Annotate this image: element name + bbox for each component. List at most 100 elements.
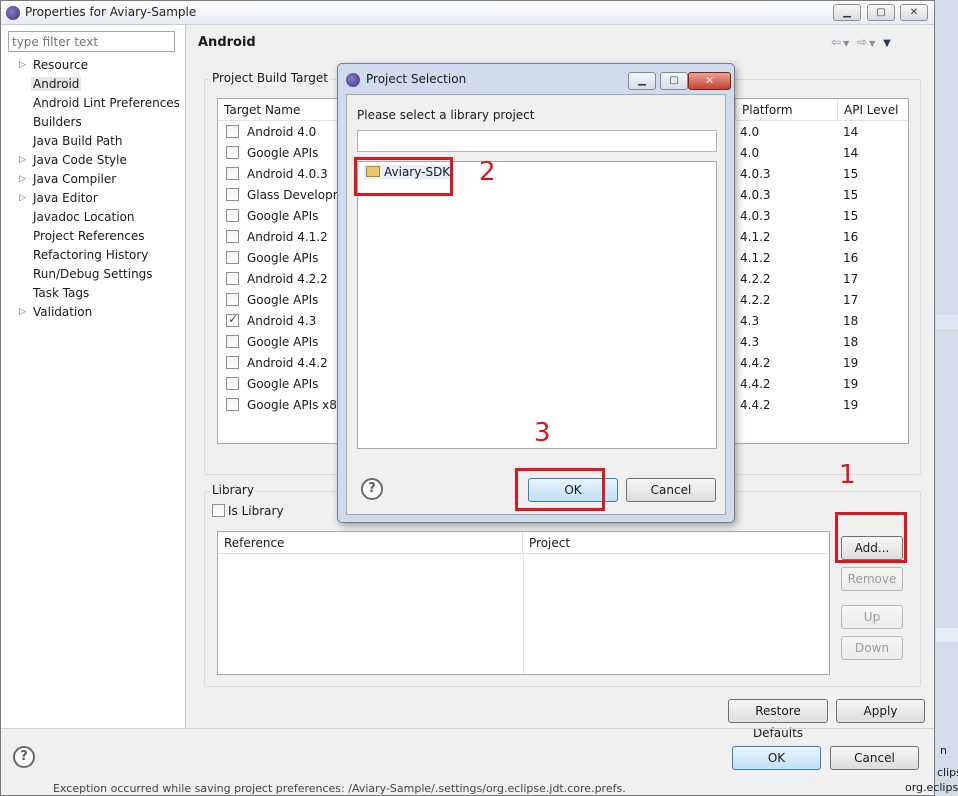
column-header-platform[interactable]: Platform — [736, 99, 838, 121]
expand-arrow-icon[interactable]: ▷ — [19, 60, 26, 70]
sidebar-item-java-code-style[interactable]: Java Code Style — [33, 153, 127, 167]
target-checkbox[interactable] — [226, 167, 239, 180]
annotation-box-aviary-sdk — [354, 157, 453, 196]
is-library-label: Is Library — [228, 504, 284, 518]
dialog-cancel-button[interactable]: Cancel — [626, 478, 716, 502]
target-checkbox[interactable] — [226, 125, 239, 138]
target-platform: 4.0.3 — [740, 167, 771, 181]
target-name-cell: Android 4.1.2 — [226, 230, 328, 244]
annotation-number-1: 1 — [839, 460, 856, 490]
target-checkbox[interactable] — [226, 272, 239, 285]
sidebar-item-android[interactable]: Android — [31, 77, 82, 91]
minimize-button[interactable]: ▁ — [833, 4, 861, 21]
dialog-minimize-button[interactable]: ▁ — [628, 72, 656, 90]
dialog-maximize-button[interactable]: ▢ — [660, 72, 688, 90]
target-name-cell: Android 4.0.3 — [226, 167, 328, 181]
down-button[interactable]: Down — [841, 636, 903, 660]
target-name: Google APIs — [247, 293, 319, 307]
sidebar-item-java-build-path[interactable]: Java Build Path — [33, 134, 122, 148]
target-name-cell: Google APIs — [226, 335, 318, 349]
page-title: Android — [198, 35, 256, 50]
target-platform: 4.1.2 — [740, 251, 771, 265]
apply-button[interactable]: Apply — [836, 699, 925, 723]
target-checkbox[interactable] — [226, 230, 239, 243]
up-button[interactable]: Up — [841, 605, 903, 629]
target-name-cell: Glass Developm — [226, 188, 344, 202]
target-api-level: 14 — [843, 146, 859, 160]
filter-input[interactable] — [8, 31, 175, 52]
restore-defaults-button[interactable]: Restore Defaults — [728, 699, 828, 740]
target-name-cell: Android 4.2.2 — [226, 272, 328, 286]
sidebar-item-refactoring-history[interactable]: Refactoring History — [33, 248, 148, 262]
checkbox-box[interactable] — [212, 504, 225, 517]
maximize-button[interactable]: ▢ — [867, 4, 895, 21]
target-platform: 4.0.3 — [740, 188, 771, 202]
column-header-reference[interactable]: Reference — [218, 532, 523, 554]
sidebar-item-task-tags[interactable]: Task Tags — [33, 286, 89, 300]
help-icon[interactable]: ? — [13, 746, 35, 768]
target-name-cell: Android 4.0 — [226, 125, 316, 139]
expand-arrow-icon[interactable]: ▷ — [19, 307, 26, 317]
target-platform: 4.1.2 — [740, 230, 771, 244]
forward-icon[interactable]: ⇨ — [857, 35, 869, 49]
sidebar-item-validation[interactable]: Validation — [33, 305, 92, 319]
eclipse-icon — [346, 73, 360, 87]
sidebar-item-java-compiler[interactable]: Java Compiler — [33, 172, 116, 186]
minimize-icon: ▁ — [638, 75, 646, 86]
target-checkbox[interactable] — [226, 293, 239, 306]
target-checkbox[interactable] — [226, 398, 239, 411]
target-api-level: 17 — [843, 272, 859, 286]
column-header-api-level[interactable]: API Level — [838, 99, 908, 121]
title-bar[interactable]: Properties for Aviary-Sample ▁ ▢ ✕ — [1, 1, 934, 25]
sidebar-item-project-references[interactable]: Project References — [33, 229, 145, 243]
sidebar-item-java-editor[interactable]: Java Editor — [33, 191, 98, 205]
target-api-level: 19 — [843, 356, 859, 370]
dialog-help-icon[interactable]: ? — [361, 478, 383, 500]
target-checkbox[interactable] — [226, 312, 239, 327]
target-name: Android 4.4.2 — [247, 356, 328, 370]
sidebar-item-run-debug-settings[interactable]: Run/Debug Settings — [33, 267, 153, 281]
target-platform: 4.2.2 — [740, 272, 771, 286]
target-platform: 4.4.2 — [740, 377, 771, 391]
project-list[interactable]: Aviary-SDK — [357, 161, 717, 449]
sidebar-item-android-lint-preferences[interactable]: Android Lint Preferences — [33, 96, 180, 110]
expand-arrow-icon[interactable]: ▷ — [19, 155, 26, 165]
target-checkbox[interactable] — [226, 356, 239, 369]
target-name-cell: Google APIs x86 — [226, 398, 345, 412]
ok-button[interactable]: OK — [732, 746, 821, 770]
minimize-icon: ▁ — [843, 7, 851, 18]
cancel-button[interactable]: Cancel — [830, 746, 919, 770]
sidebar-item-builders[interactable]: Builders — [33, 115, 82, 129]
target-checkbox[interactable] — [226, 188, 239, 201]
remove-button[interactable]: Remove — [841, 567, 903, 591]
is-library-checkbox[interactable]: Is Library — [212, 504, 284, 518]
dropdown-icon[interactable]: ▼ — [869, 39, 877, 48]
project-search-input[interactable] — [357, 130, 717, 152]
target-api-level: 15 — [843, 167, 859, 181]
target-checkbox[interactable] — [226, 209, 239, 222]
expand-arrow-icon[interactable]: ▷ — [19, 174, 26, 184]
target-platform: 4.4.2 — [740, 398, 771, 412]
target-platform: 4.0.3 — [740, 209, 771, 223]
sidebar-item-javadoc-location[interactable]: Javadoc Location — [33, 210, 134, 224]
column-header-project[interactable]: Project — [523, 532, 829, 554]
maximize-icon: ▢ — [669, 75, 679, 86]
dialog-prompt: Please select a library project — [357, 108, 535, 122]
target-name-cell: Google APIs — [226, 293, 318, 307]
target-checkbox[interactable] — [226, 377, 239, 390]
sidebar-item-resource[interactable]: Resource — [33, 58, 88, 72]
target-api-level: 17 — [843, 293, 859, 307]
target-name-cell: Android 4.3 — [226, 312, 316, 328]
target-checkbox[interactable] — [226, 251, 239, 264]
dropdown-icon[interactable]: ▼ — [843, 39, 851, 48]
target-checkbox[interactable] — [226, 146, 239, 159]
close-button[interactable]: ✕ — [900, 4, 928, 21]
back-icon[interactable]: ⇦ — [831, 35, 843, 49]
expand-arrow-icon[interactable]: ▷ — [19, 193, 26, 203]
dialog-close-button[interactable]: ✕ — [688, 72, 731, 90]
target-name-cell: Android 4.4.2 — [226, 356, 328, 370]
close-icon: ✕ — [704, 74, 715, 87]
background-text-org-eclips: org.eclips — [905, 781, 958, 794]
target-checkbox[interactable] — [226, 335, 239, 348]
menu-icon[interactable]: ▼ — [883, 38, 893, 49]
